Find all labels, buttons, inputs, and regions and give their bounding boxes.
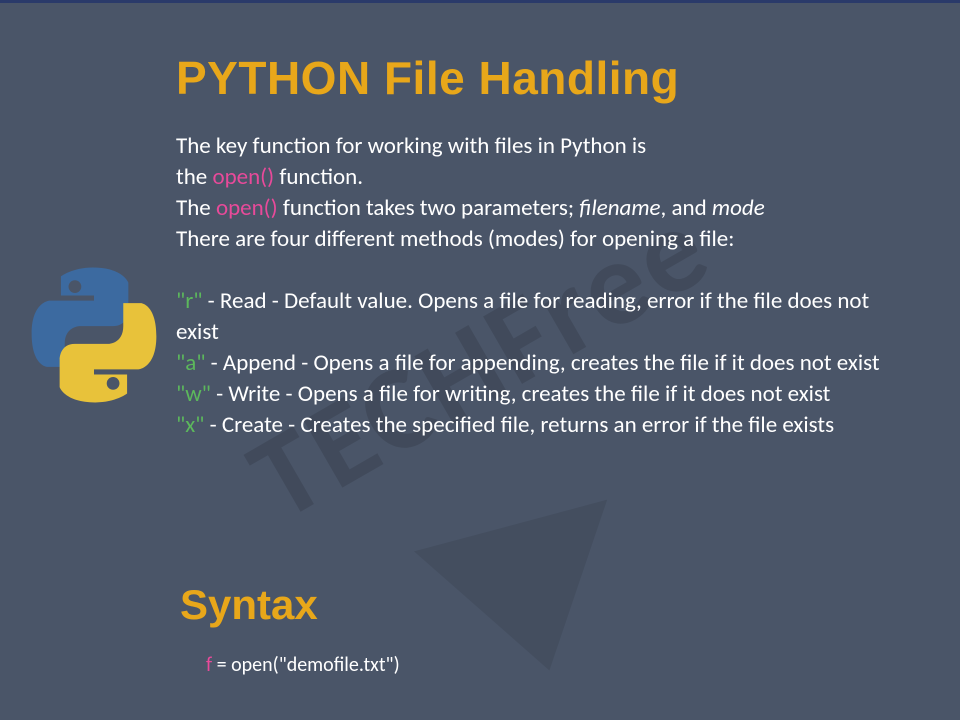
mode-x-key: "x" <box>176 411 204 439</box>
intro-line2a: The <box>176 194 216 222</box>
intro-line1a: The key function for working with files … <box>176 132 646 160</box>
syntax-heading: Syntax <box>180 581 318 629</box>
open-fn-highlight-2: open() <box>216 194 278 222</box>
intro-sep: , and <box>661 194 712 222</box>
page-title: PYTHON File Handling <box>176 51 679 105</box>
intro-line3: There are four different methods (modes)… <box>176 225 734 253</box>
filename-italic: filename <box>579 194 660 222</box>
intro-line2b: function takes two parameters; <box>278 194 580 222</box>
mode-w-text: - Write - Opens a file for writing, crea… <box>211 380 831 408</box>
mode-x-text: - Create - Creates the specified file, r… <box>204 411 834 439</box>
open-fn-highlight: open() <box>212 163 279 191</box>
mode-w-key: "w" <box>176 380 211 408</box>
mode-a-key: "a" <box>176 349 205 377</box>
mode-a-text: - Append - Opens a file for appending, c… <box>205 349 879 377</box>
mode-r-text: - Read - Default value. Opens a file for… <box>176 287 869 346</box>
code-example: f = open("demofile.txt") <box>206 653 400 677</box>
watermark-triangle <box>414 500 646 697</box>
mode-italic: mode <box>712 194 765 222</box>
mode-r-key: "r" <box>176 287 202 315</box>
intro-line1b: the <box>176 163 212 191</box>
code-rest: = open("demofile.txt") <box>212 653 400 677</box>
intro-line1c: function. <box>279 163 363 191</box>
python-logo-icon <box>24 265 164 405</box>
body-text: The key function for working with files … <box>176 131 896 441</box>
